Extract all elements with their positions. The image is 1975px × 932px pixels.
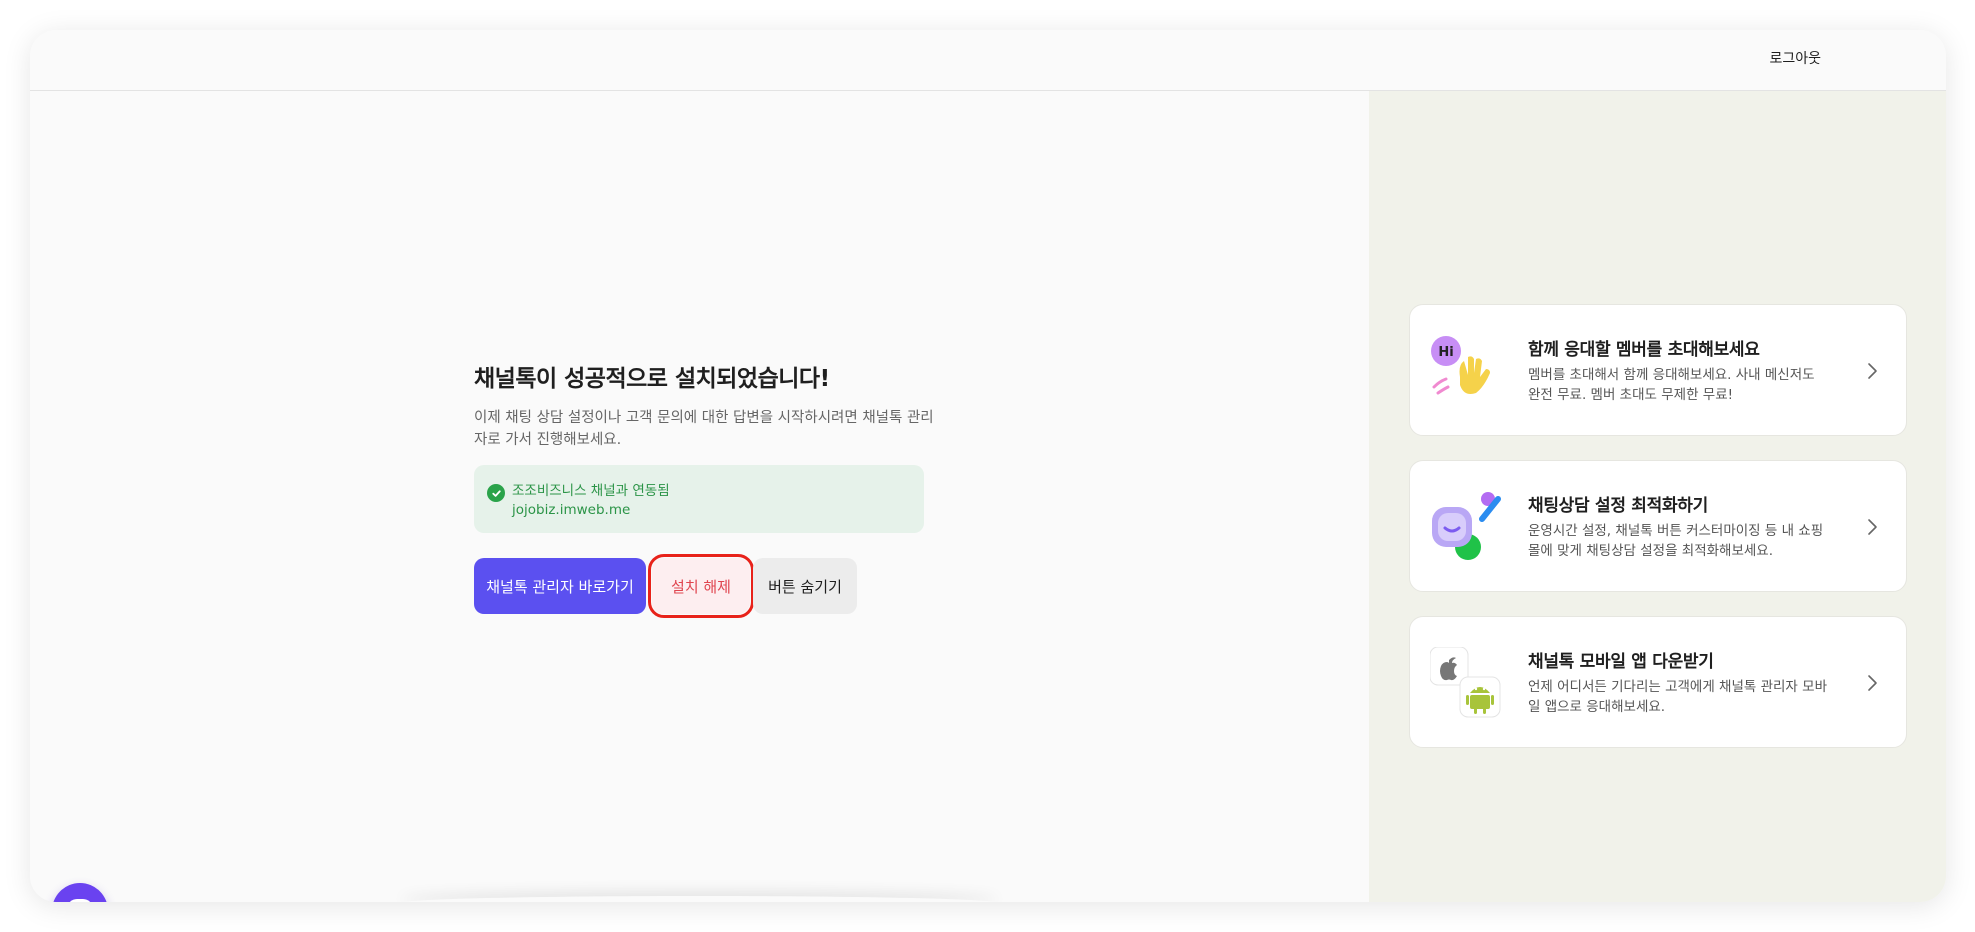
chevron-right-icon — [1868, 363, 1877, 379]
page-description: 이제 채팅 상담 설정이나 고객 문의에 대한 답변을 시작하시려면 채널톡 관… — [474, 410, 934, 448]
page-title: 채널톡이 성공적으로 설치되었습니다! — [474, 366, 830, 392]
mobile-app-card[interactable]: 채널톡 모바일 앱 다운받기 언제 어디서든 기다리는 고객에게 채널톡 관리자… — [1409, 616, 1907, 748]
go-to-admin-button[interactable]: 채널톡 관리자 바로가기 — [474, 558, 646, 614]
chat-settings-icon — [1430, 491, 1502, 563]
chevron-right-icon — [1868, 519, 1877, 535]
optimize-settings-card[interactable]: 채팅상담 설정 최적화하기 운영시간 설정, 채널톡 버튼 커스터마이징 등 내… — [1409, 460, 1907, 592]
channel-chat-button[interactable] — [52, 883, 108, 902]
install-success-section: 채널톡이 성공적으로 설치되었습니다! 이제 채팅 상담 설정이나 고객 문의에… — [474, 363, 934, 618]
guide-panel: Hi 함께 응대할 멤버를 초대해보세요 멤버를 초대해서 함께 응대해보세요.… — [1369, 91, 1946, 902]
status-text: 조조비즈니스 채널과 연동됨 jojobiz.imweb.me — [512, 482, 670, 520]
linked-channel-label: 조조비즈니스 채널과 연동됨 — [512, 483, 670, 499]
hide-button[interactable]: 버튼 숨기기 — [753, 558, 857, 614]
channel-chat-icon — [69, 899, 91, 902]
uninstall-button[interactable]: 설치 해제 — [648, 554, 754, 618]
card-description: 멤버를 초대해서 함께 응대해보세요. 사내 메신저도 완전 무료. 멤버 초대… — [1528, 367, 1815, 403]
card-title: 함께 응대할 멤버를 초대해보세요 — [1528, 340, 1760, 360]
main-panel: 채널톡이 성공적으로 설치되었습니다! 이제 채팅 상담 설정이나 고객 문의에… — [30, 91, 1369, 902]
app-store-icons — [1429, 646, 1502, 719]
linked-site-url: jojobiz.imweb.me — [512, 502, 631, 518]
chevron-right-icon — [1868, 675, 1877, 691]
card-description: 언제 어디서든 기다리는 고객에게 채널톡 관리자 모바일 앱으로 응대해보세요… — [1528, 679, 1827, 715]
invite-members-card[interactable]: Hi 함께 응대할 멤버를 초대해보세요 멤버를 초대해서 함께 응대해보세요.… — [1409, 304, 1907, 436]
card-description: 운영시간 설정, 채널톡 버튼 커스터마이징 등 내 쇼핑몰에 맞게 채팅상담 … — [1528, 523, 1824, 559]
logout-button[interactable]: 로그아웃 — [1769, 48, 1821, 68]
bottom-shadow — [400, 896, 999, 902]
card-title: 채팅상담 설정 최적화하기 — [1528, 496, 1708, 516]
top-bar: 로그아웃 — [30, 30, 1946, 91]
app-window: 로그아웃 채널톡이 성공적으로 설치되었습니다! 이제 채팅 상담 설정이나 고… — [30, 30, 1946, 902]
channel-status-box: 조조비즈니스 채널과 연동됨 jojobiz.imweb.me — [474, 465, 924, 533]
check-circle-icon — [487, 484, 505, 502]
card-title: 채널톡 모바일 앱 다운받기 — [1528, 652, 1714, 672]
svg-text:Hi: Hi — [1438, 345, 1453, 360]
hi-wave-icon: Hi — [1430, 335, 1502, 407]
action-buttons: 채널톡 관리자 바로가기 설치 해제 버튼 숨기기 — [474, 554, 934, 618]
